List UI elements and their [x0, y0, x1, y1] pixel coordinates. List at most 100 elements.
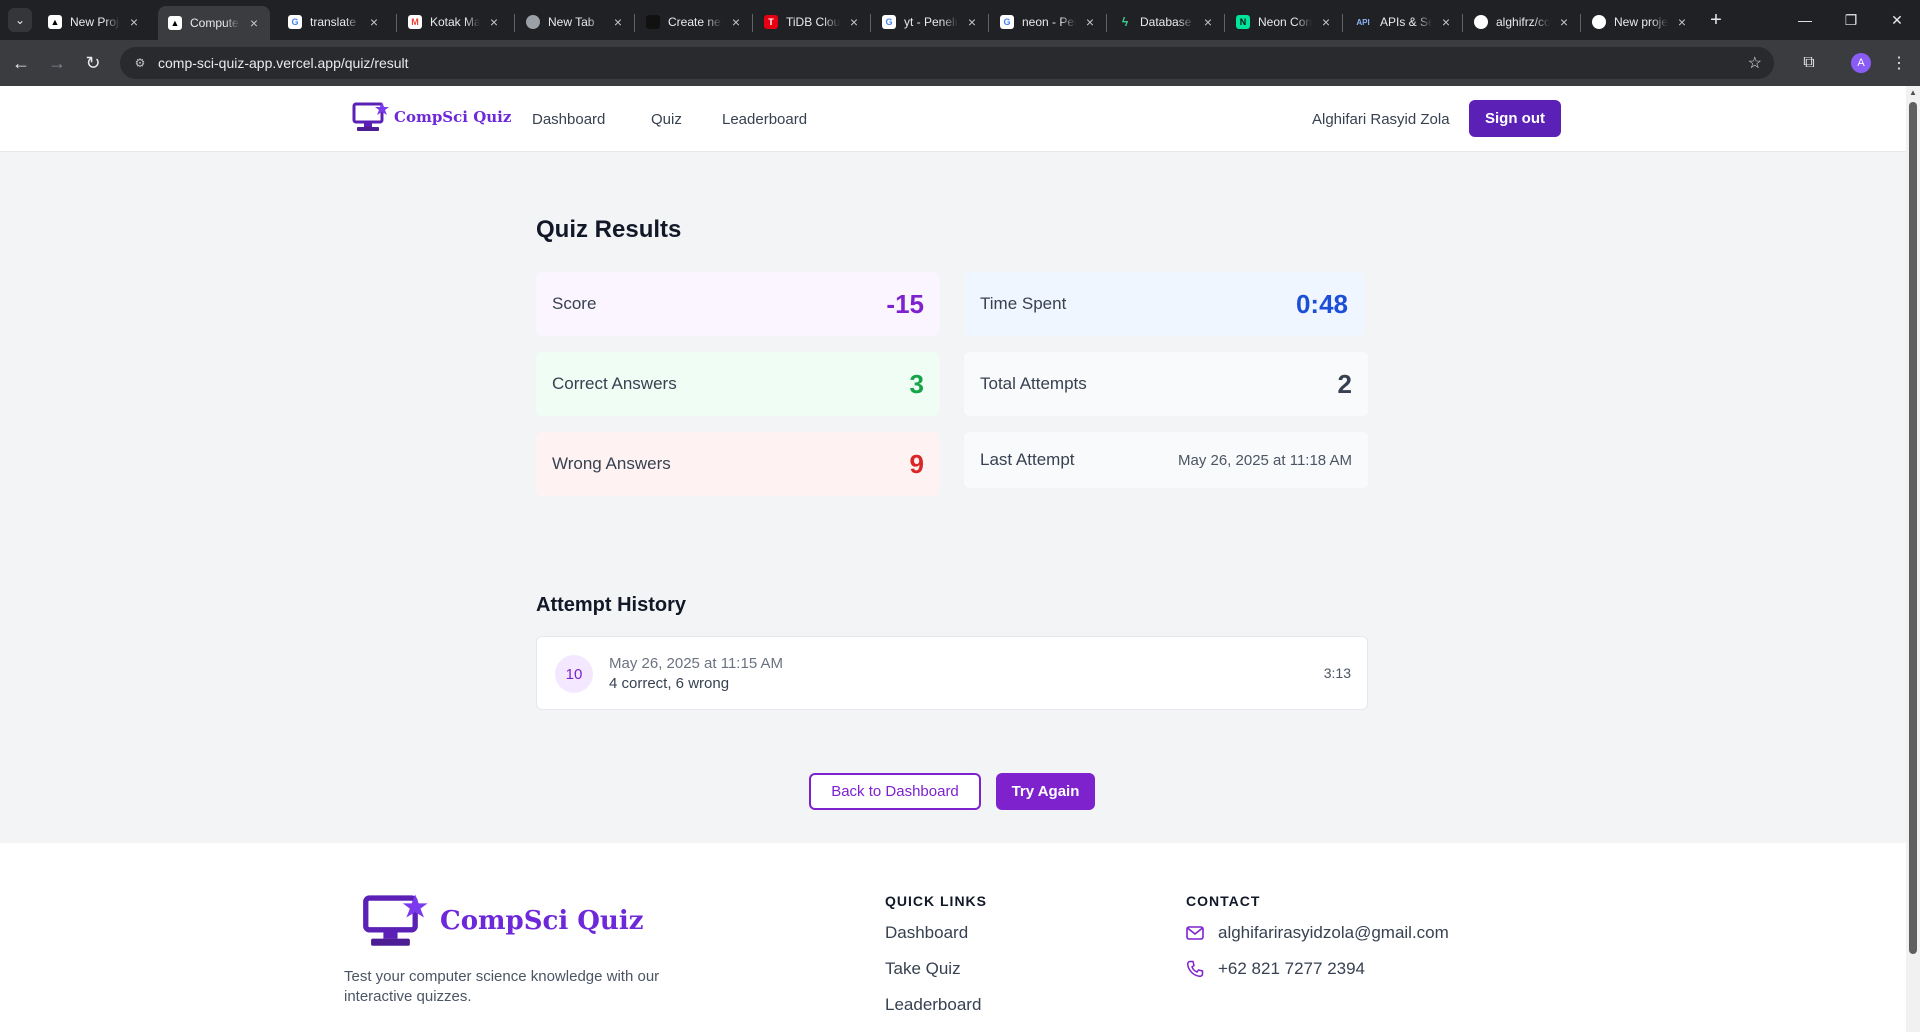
scrollbar-thumb[interactable] — [1909, 102, 1917, 954]
tab-search-icon[interactable]: ⌄ — [8, 8, 32, 32]
close-icon[interactable]: × — [246, 15, 262, 31]
browser-tab[interactable]: G translate × — [278, 6, 390, 38]
user-name: Alghifari Rasyid Zola — [1312, 111, 1450, 128]
wrong-answers-card: Wrong Answers 9 — [536, 432, 940, 496]
sign-out-button[interactable]: Sign out — [1469, 100, 1561, 137]
last-attempt-value: May 26, 2025 at 11:18 AM — [1177, 451, 1352, 469]
time-spent-card: Time Spent 0:48 — [964, 272, 1364, 336]
browser-tab[interactable]: ϟ Database × — [1108, 6, 1224, 38]
nav-quiz[interactable]: Quiz — [651, 111, 682, 128]
browser-tab-active[interactable]: ▲ Computer Science Quiz × — [158, 6, 270, 40]
browser-tab[interactable]: Create new × — [636, 6, 752, 38]
score-value: -15 — [886, 288, 924, 319]
browser-tab[interactable]: G neon - Penelusuran × — [990, 6, 1106, 38]
brand-name: CompSci Quiz — [394, 108, 512, 126]
footer-link-take-quiz[interactable]: Take Quiz — [885, 959, 961, 979]
triangle-logo-icon: ▲ — [48, 15, 62, 29]
browser-tab[interactable]: alghifrz/comp-sci-quiz × — [1464, 6, 1580, 38]
scroll-up-arrow-icon[interactable]: ▲ — [1909, 88, 1917, 97]
contact-heading: CONTACT — [1186, 893, 1261, 909]
restore-icon[interactable]: ❐ — [1828, 0, 1874, 40]
close-icon[interactable]: × — [1082, 14, 1098, 30]
back-to-dashboard-button[interactable]: Back to Dashboard — [809, 773, 981, 810]
close-icon[interactable]: × — [366, 14, 382, 30]
close-icon[interactable]: × — [1438, 14, 1454, 30]
browser-tab[interactable]: G yt - Penelusuran × — [872, 6, 988, 38]
browser-tab[interactable]: API APIs & Services × — [1344, 6, 1462, 38]
brand-logo[interactable]: CompSci Quiz — [348, 100, 511, 134]
forward-arrow-icon[interactable]: → — [42, 48, 72, 78]
correct-answers-card: Correct Answers 3 — [536, 352, 940, 416]
nav-leaderboard[interactable]: Leaderboard — [722, 111, 807, 128]
footer-brand-logo[interactable]: CompSci Quiz — [352, 891, 643, 951]
close-icon[interactable]: × — [1318, 14, 1334, 30]
correct-answers-label: Correct Answers — [552, 374, 677, 393]
url-text[interactable]: comp-sci-quiz-app.vercel.app/quiz/result — [158, 55, 409, 71]
monitor-logo-icon — [363, 894, 428, 946]
api-icon: API — [1356, 17, 1370, 27]
total-attempts-card: Total Attempts 2 — [964, 352, 1368, 416]
close-icon[interactable]: × — [728, 14, 744, 30]
profile-initial: A — [1851, 53, 1871, 73]
kebab-menu-icon[interactable]: ⋮ — [1884, 48, 1914, 78]
close-icon[interactable]: × — [1674, 14, 1690, 30]
browser-tab[interactable]: New Tab × — [516, 6, 634, 38]
close-icon[interactable]: × — [126, 14, 142, 30]
bookmark-star-icon[interactable]: ☆ — [1748, 53, 1762, 73]
dark-square-icon — [646, 15, 660, 29]
close-icon[interactable]: × — [846, 14, 862, 30]
score-card: Score -15 — [536, 272, 940, 336]
close-icon[interactable]: × — [610, 14, 626, 30]
footer-link-leaderboard[interactable]: Leaderboard — [885, 995, 981, 1015]
circle-logo-icon — [1592, 15, 1606, 29]
chrome-icon — [526, 15, 540, 29]
triangle-logo-icon: ▲ — [168, 16, 182, 30]
window-close-icon[interactable]: ✕ — [1874, 0, 1920, 40]
browser-tab[interactable]: ▲ New Project × — [38, 6, 150, 38]
try-again-button[interactable]: Try Again — [996, 773, 1095, 810]
close-icon[interactable]: × — [486, 14, 502, 30]
close-icon[interactable]: × — [964, 14, 980, 30]
profile-avatar[interactable]: A — [1846, 48, 1876, 78]
quick-links-heading: QUICK LINKS — [885, 893, 987, 909]
tab-title: Database — [1140, 15, 1192, 29]
extensions-puzzle-icon[interactable]: ⧉ — [1794, 48, 1824, 78]
google-icon: G — [288, 15, 302, 29]
new-tab-plus-icon[interactable]: + — [1704, 8, 1728, 32]
tab-title: Neon Console — [1258, 15, 1312, 29]
browser-tab[interactable]: T TiDB Cloud × — [754, 6, 870, 38]
tab-title: TiDB Cloud — [786, 15, 840, 29]
tab-separator — [1580, 14, 1581, 32]
tab-title: APIs & Services — [1380, 15, 1432, 29]
site-info-icon[interactable]: ⚙ — [130, 53, 150, 73]
score-label: Score — [552, 294, 597, 313]
reload-icon[interactable]: ↻ — [78, 48, 108, 78]
contact-phone[interactable]: +62 821 7277 2394 — [1186, 959, 1365, 979]
contact-email[interactable]: alghifarirasyidzola@gmail.com — [1186, 923, 1449, 943]
contact-phone-text: +62 821 7277 2394 — [1218, 959, 1366, 978]
back-arrow-icon[interactable]: ← — [6, 48, 36, 78]
browser-tab[interactable]: New project × — [1582, 6, 1698, 38]
browser-tab[interactable]: N Neon Console × — [1226, 6, 1342, 38]
nav-dashboard[interactable]: Dashboard — [532, 111, 605, 128]
browser-tab[interactable]: M Kotak Masuk × — [398, 6, 510, 38]
browser-toolbar: ← → ↻ ⚙ comp-sci-quiz-app.vercel.app/qui… — [0, 40, 1920, 86]
tab-title: neon - Penelusuran — [1022, 15, 1076, 29]
phone-icon — [1186, 960, 1204, 978]
time-spent-value: 0:48 — [1295, 288, 1348, 319]
close-icon[interactable]: × — [1200, 14, 1216, 30]
minimize-icon[interactable]: — — [1782, 0, 1828, 40]
tab-separator — [1224, 14, 1225, 32]
footer-link-dashboard[interactable]: Dashboard — [885, 923, 968, 943]
total-attempts-label: Total Attempts — [980, 374, 1087, 393]
wrong-answers-value: 9 — [909, 448, 924, 479]
page-scrollbar[interactable]: ▲ — [1906, 86, 1920, 1032]
tab-title: New project — [1614, 15, 1668, 29]
tab-separator — [1462, 14, 1463, 32]
tab-separator — [870, 14, 871, 32]
close-icon[interactable]: × — [1556, 14, 1572, 30]
tab-title: alghifrz/comp-sci-quiz — [1496, 15, 1550, 29]
tab-separator — [1106, 14, 1107, 32]
attempt-summary: 4 correct, 6 wrong — [609, 675, 730, 692]
address-bar[interactable]: ⚙ comp-sci-quiz-app.vercel.app/quiz/resu… — [120, 47, 1774, 79]
